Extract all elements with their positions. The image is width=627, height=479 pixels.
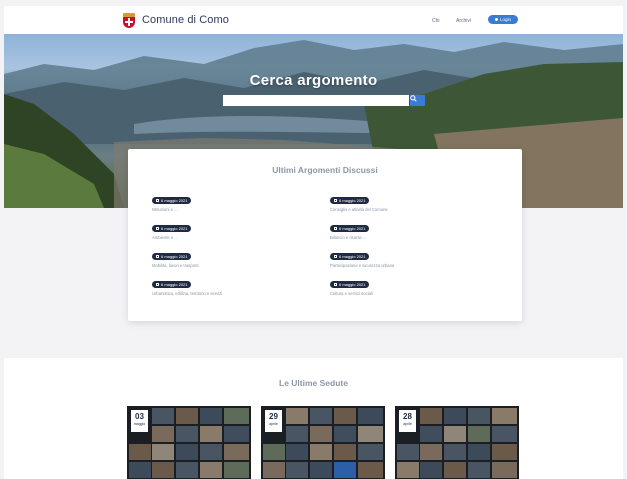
- search-button[interactable]: [410, 95, 425, 106]
- date-badge: 6 maggio 2021: [152, 197, 192, 204]
- session-card[interactable]: 28 aprile: [395, 406, 519, 479]
- session-card[interactable]: 03 maggio: [127, 406, 251, 479]
- top-bar: Comune di Como Chi Archivi Login: [4, 6, 623, 34]
- sessions-section: Le Ultime Sedute 03 maggio 29 aprile 28 …: [4, 358, 623, 479]
- session-date: 03 maggio: [131, 410, 148, 432]
- sessions-title: Le Ultime Sedute: [279, 378, 348, 388]
- search-input[interactable]: [223, 95, 409, 106]
- date-badge: 6 maggio 2021: [152, 281, 192, 288]
- coat-of-arms-icon: [122, 12, 136, 28]
- date-label: 6 maggio 2021: [339, 198, 366, 203]
- date-label: 6 maggio 2021: [161, 226, 188, 231]
- session-month: aprile: [269, 422, 278, 426]
- page: Comune di Como Chi Archivi Login Cerca a…: [4, 6, 623, 479]
- user-icon: [494, 18, 498, 21]
- hero-title: Cerca argomento: [249, 72, 378, 89]
- topic-label: Bilancio e risorse ...: [330, 235, 367, 240]
- date-label: 6 maggio 2021: [339, 254, 366, 259]
- search-icon: [410, 95, 417, 102]
- topics-card: Ultimi Argomenti Discussi 6 maggio 2021 …: [128, 149, 522, 321]
- topic-label: Cultura e servizi sociali: [330, 291, 373, 296]
- brand-name: Comune di Como: [142, 14, 229, 26]
- date-label: 6 maggio 2021: [339, 226, 366, 231]
- date-badge: 6 maggio 2021: [330, 281, 370, 288]
- topic-label: Mobilità, lavori e trasporti: [152, 263, 199, 268]
- session-date: 29 aprile: [265, 410, 282, 432]
- date-label: 6 maggio 2021: [161, 282, 188, 287]
- date-badge: 6 maggio 2021: [152, 225, 192, 232]
- topic-item[interactable]: 6 maggio 2021 Mobilità, lavori e traspor…: [152, 253, 322, 273]
- session-day: 29: [269, 412, 278, 421]
- calendar-icon: [156, 255, 159, 258]
- topic-item[interactable]: 6 maggio 2021 Cultura e servizi sociali: [330, 281, 500, 301]
- date-label: 6 maggio 2021: [161, 198, 188, 203]
- date-badge: 6 maggio 2021: [330, 253, 370, 260]
- topic-item[interactable]: 6 maggio 2021 Consiglio e attività del C…: [330, 197, 500, 217]
- calendar-icon: [334, 199, 337, 202]
- date-badge: 6 maggio 2021: [330, 197, 370, 204]
- date-label: 6 maggio 2021: [161, 254, 188, 259]
- calendar-icon: [156, 283, 159, 286]
- topics-title: Ultimi Argomenti Discussi: [272, 165, 378, 175]
- topic-item[interactable]: 6 maggio 2021 Bilancio e risorse ...: [330, 225, 500, 245]
- topic-item[interactable]: 6 maggio 2021 Partecipazione e sicurezza…: [330, 253, 500, 273]
- topic-label: Partecipazione e sicurezza urbana: [330, 263, 395, 268]
- session-month: maggio: [133, 422, 146, 426]
- session-date: 28 aprile: [399, 410, 416, 432]
- calendar-icon: [334, 255, 337, 258]
- calendar-icon: [156, 227, 159, 230]
- calendar-icon: [334, 283, 337, 286]
- session-month: aprile: [403, 422, 412, 426]
- nav-link-1[interactable]: Chi: [432, 18, 440, 24]
- date-badge: 6 maggio 2021: [330, 225, 370, 232]
- session-card[interactable]: 29 aprile: [261, 406, 385, 479]
- topic-label: Urbanistica, edilizia, territorio e serv…: [152, 291, 223, 296]
- login-label: Login: [499, 17, 511, 22]
- calendar-icon: [334, 227, 337, 230]
- session-day: 28: [403, 412, 412, 421]
- date-label: 6 maggio 2021: [339, 282, 366, 287]
- nav-link-2[interactable]: Archivi: [456, 18, 471, 24]
- topic-item[interactable]: 6 maggio 2021 Istituzioni e ...: [152, 197, 322, 217]
- topic-label: Consiglio e attività del Comune: [330, 207, 388, 212]
- calendar-icon: [156, 199, 159, 202]
- brand[interactable]: Comune di Como: [122, 12, 229, 28]
- login-button[interactable]: Login: [488, 15, 518, 24]
- date-badge: 6 maggio 2021: [152, 253, 192, 260]
- session-day: 03: [135, 412, 144, 421]
- topic-item[interactable]: 6 maggio 2021 Ambiente e ...: [152, 225, 322, 245]
- topic-label: Ambiente e ...: [152, 235, 178, 240]
- topic-item[interactable]: 6 maggio 2021 Urbanistica, edilizia, ter…: [152, 281, 322, 301]
- topic-label: Istituzioni e ...: [152, 207, 178, 212]
